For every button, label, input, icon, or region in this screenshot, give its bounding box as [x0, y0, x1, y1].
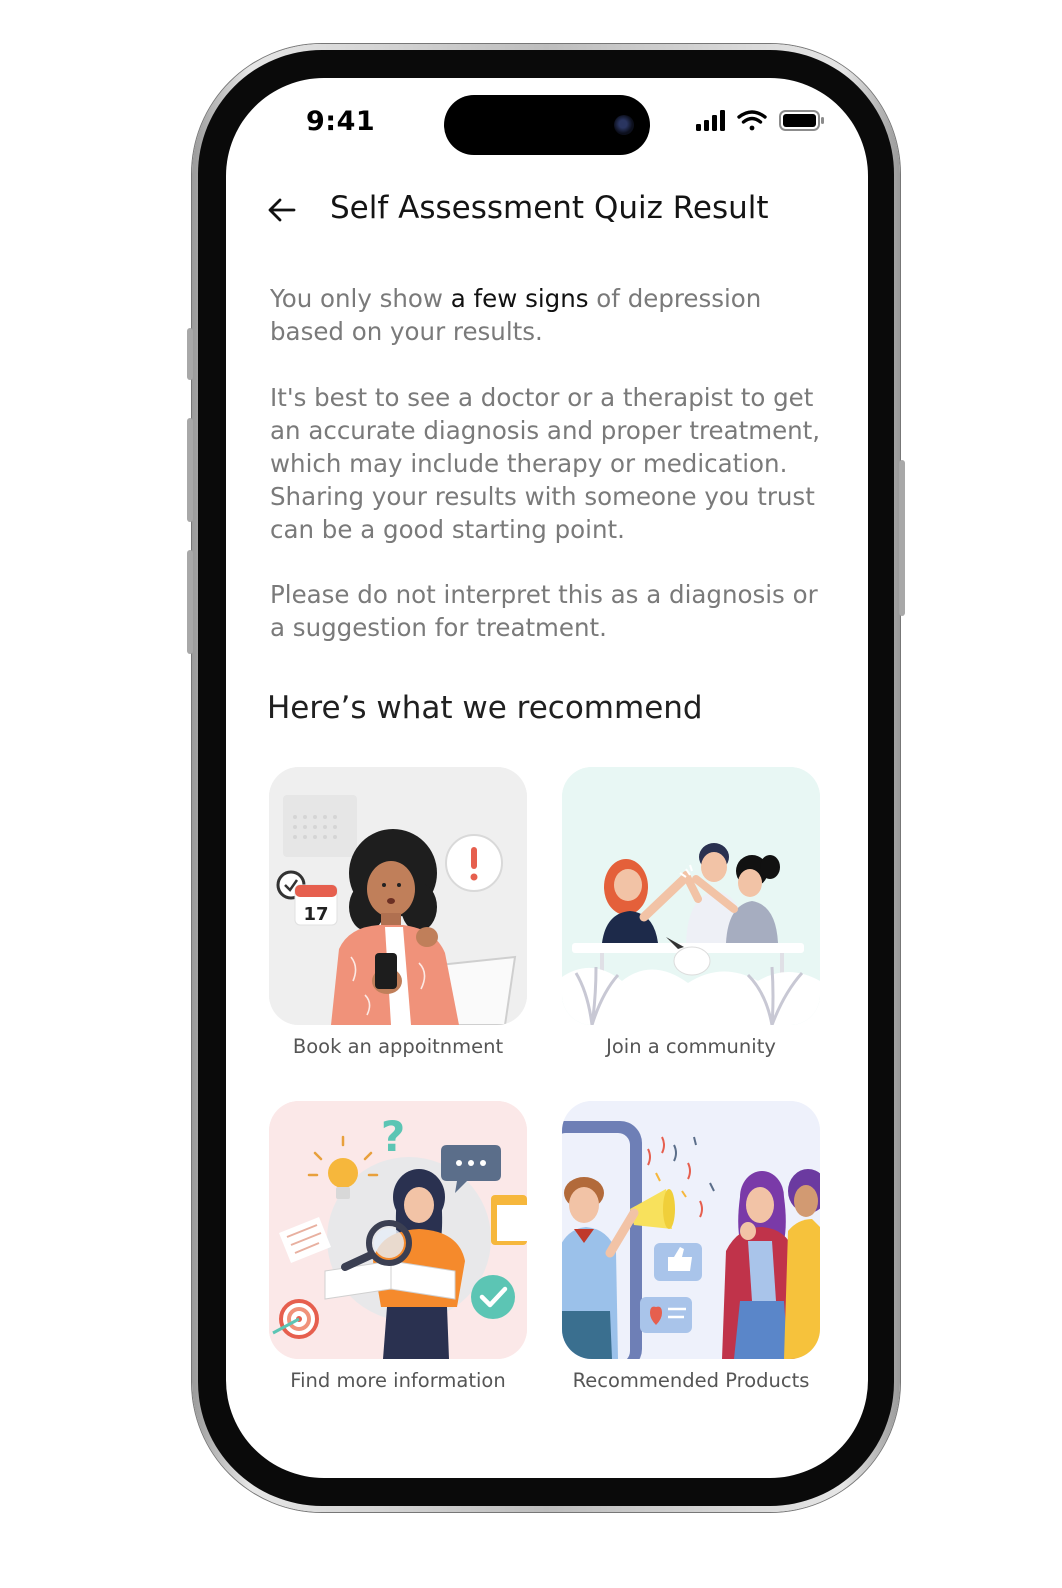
- signal-icon: [696, 110, 725, 131]
- community-illustration: [562, 767, 820, 1025]
- appointment-illustration: 17: [269, 767, 527, 1025]
- book-appointment-label[interactable]: Book an appoitnment: [248, 1035, 548, 1058]
- doctor-advice: It's best to see a doctor or a therapist…: [270, 383, 821, 544]
- camera-icon: [614, 115, 634, 135]
- app-screen: 9:41 Self Assessment Quiz Result You onl…: [226, 78, 868, 1478]
- result-text: You only show: [270, 284, 451, 313]
- dynamic-island: [444, 95, 650, 155]
- result-emphasis: a few signs: [450, 284, 589, 313]
- battery-icon: [779, 110, 824, 131]
- calendar-day: 17: [303, 904, 328, 925]
- page-title: Self Assessment Quiz Result: [330, 190, 769, 226]
- volume-down-button: [187, 550, 193, 654]
- action-button: [187, 328, 193, 380]
- svg-text:?: ?: [381, 1112, 405, 1161]
- power-button: [899, 460, 905, 616]
- book-appointment-card[interactable]: 17: [269, 767, 527, 1025]
- back-arrow-icon[interactable]: [266, 194, 298, 226]
- disclaimer: Please do not interpret this as a diagno…: [270, 580, 818, 642]
- recommended-products-label[interactable]: Recommended Products: [541, 1369, 841, 1392]
- join-community-card[interactable]: [562, 767, 820, 1025]
- products-illustration: [562, 1101, 820, 1359]
- status-icons: [694, 108, 826, 134]
- join-community-label[interactable]: Join a community: [541, 1035, 841, 1058]
- find-information-label[interactable]: Find more information: [248, 1369, 548, 1392]
- result-summary: You only show a few signs of depression …: [270, 282, 840, 348]
- find-information-card[interactable]: ?: [269, 1101, 527, 1359]
- information-illustration: ?: [269, 1101, 527, 1359]
- recommended-products-card[interactable]: [562, 1101, 820, 1359]
- status-time: 9:41: [306, 106, 376, 137]
- volume-up-button: [187, 418, 193, 522]
- wifi-icon: [737, 110, 767, 131]
- section-title: Here’s what we recommend: [267, 690, 703, 726]
